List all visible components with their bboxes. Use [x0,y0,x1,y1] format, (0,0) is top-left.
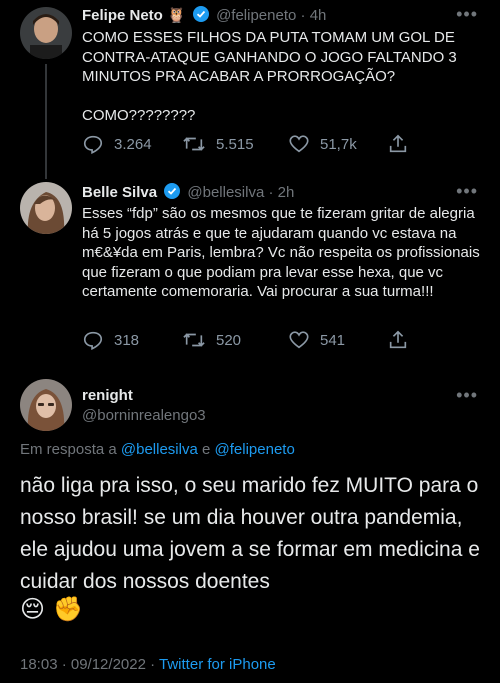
avatar[interactable] [20,379,72,431]
mention-link-bellesilva[interactable]: @bellesilva [121,441,198,458]
more-options-icon[interactable]: ••• [456,181,478,202]
reply-prefix: Em resposta a [20,441,117,458]
heart-icon [289,135,309,153]
reply-icon [83,135,103,154]
tweet-text: Esses “fdp” são os mesmos que te fizeram… [82,205,484,300]
more-options-icon[interactable]: ••• [456,385,478,406]
avatar[interactable] [20,7,72,59]
like-button[interactable]: 51,7k [288,133,357,155]
reply-button[interactable]: 318 [82,329,139,351]
author-name[interactable]: Belle Silva [82,184,157,201]
reply-and: e [202,441,211,458]
source-link[interactable]: Twitter for iPhone [159,656,276,673]
tweet-felipe[interactable]: Felipe Neto 🦉 @felipeneto · 4h ••• COMO … [0,0,500,180]
retweet-icon [183,333,205,347]
share-icon [389,330,407,349]
reply-icon [83,331,103,350]
heart-icon [289,331,309,349]
share-icon [389,134,407,153]
timestamp[interactable]: 18:03 · 09/12/2022 · [20,656,155,673]
tweet-footer: 18:03 · 09/12/2022 · Twitter for iPhone [20,656,276,673]
reply-count: 318 [114,331,140,349]
reply-count: 3.264 [114,135,152,153]
author-handle[interactable]: @bellesilva [187,184,264,201]
like-count: 541 [320,331,346,349]
emoji-line: 😔 ✊ [20,594,490,627]
tweet-time[interactable]: 4h [310,7,327,24]
tweet-belle[interactable]: Belle Silva @bellesilva · 2h ••• Esses “… [0,180,500,360]
mention-link-felipeneto[interactable]: @felipeneto [215,441,295,458]
owl-badge-emoji: 🦉 [167,7,186,24]
retweet-button[interactable]: 520 [182,329,241,351]
tweet-text-body: não liga pra isso, o seu marido fez MUIT… [20,474,480,593]
main-tweet: renight @borninrealengo3 ••• Em resposta… [0,376,500,683]
raised-fist-emoji: ✊ [53,596,83,623]
verified-icon [164,183,181,203]
more-options-icon[interactable]: ••• [456,4,478,25]
tweet-text: não liga pra isso, o seu marido fez MUIT… [20,470,490,598]
reply-context: Em resposta a @bellesilva e @felipeneto [20,441,295,458]
separator-dot: · [300,7,306,24]
author-name[interactable]: renight [82,387,133,404]
like-button[interactable]: 541 [288,329,345,351]
pensive-face-emoji: 😔 [20,596,46,623]
author-handle[interactable]: @felipeneto [216,7,296,24]
author-name[interactable]: Felipe Neto [82,7,163,24]
retweet-count: 5.515 [216,135,254,153]
verified-icon [192,6,209,26]
share-button[interactable] [387,329,419,351]
retweet-button[interactable]: 5.515 [182,133,254,155]
retweet-icon [183,137,205,151]
like-count: 51,7k [320,135,357,153]
separator-dot: · [268,184,274,201]
share-button[interactable] [387,133,419,155]
reply-button[interactable]: 3.264 [82,133,152,155]
author-handle[interactable]: @borninrealengo3 [82,407,206,424]
thread-line [45,64,47,179]
avatar[interactable] [20,182,72,234]
retweet-count: 520 [216,331,242,349]
tweet-time[interactable]: 2h [278,184,295,201]
tweet-text: COMO ESSES FILHOS DA PUTA TOMAM UM GOL D… [82,29,457,124]
